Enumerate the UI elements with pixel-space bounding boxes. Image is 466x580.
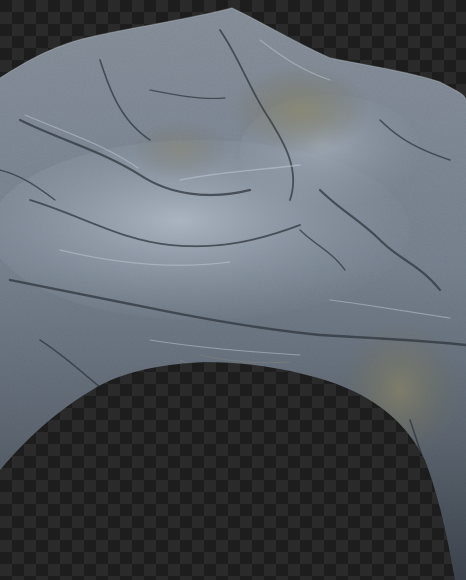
image-canvas [0, 0, 466, 580]
rock-arch [0, 7, 466, 580]
